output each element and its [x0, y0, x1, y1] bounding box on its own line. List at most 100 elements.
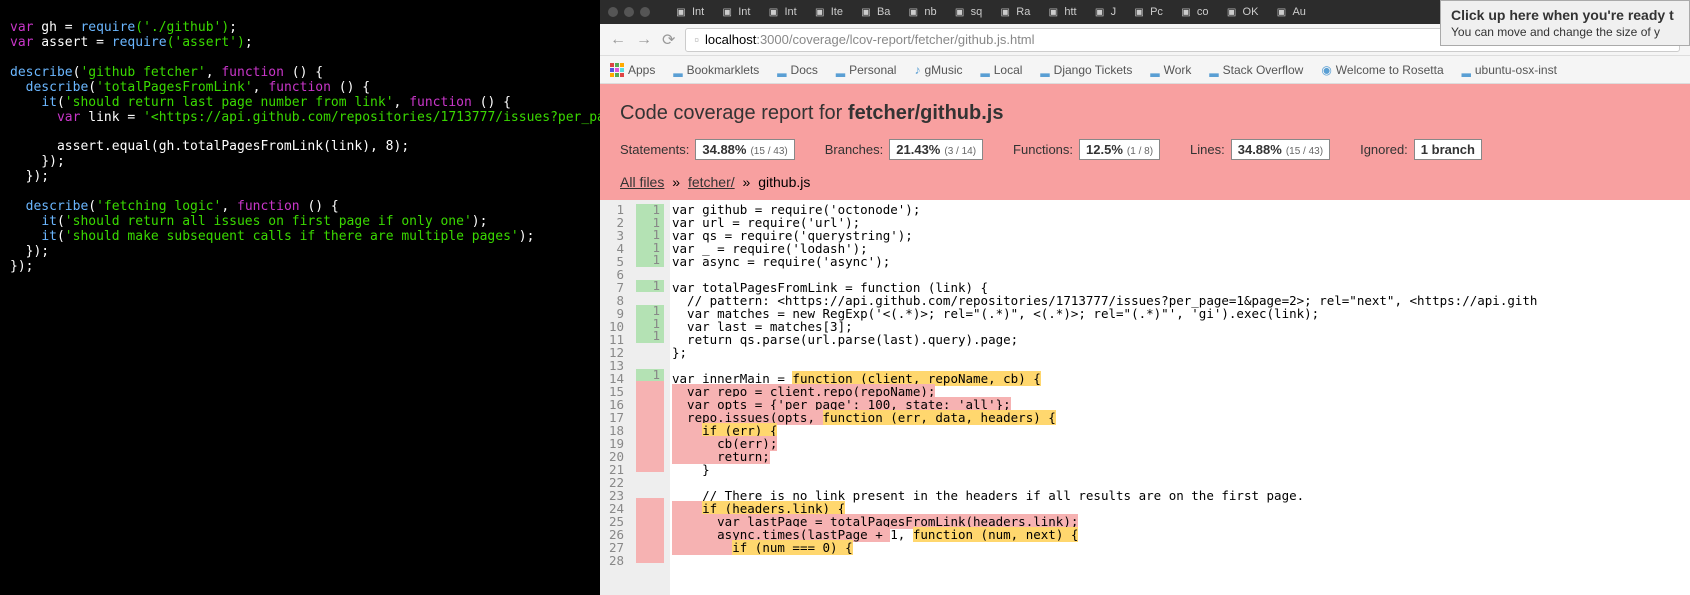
bookmark-item[interactable]: ▂ Django Tickets: [1040, 63, 1132, 77]
folder-icon: ▂: [1150, 63, 1159, 77]
source-line: return qs.parse(url.parse(last).query).p…: [672, 334, 1537, 347]
source-line: var async = require('async');: [672, 256, 1537, 269]
forward-button[interactable]: →: [636, 31, 652, 49]
hit-count: [636, 550, 664, 563]
browser-tab[interactable]: ▣Ba: [859, 5, 890, 19]
tab-icon: ▣: [1274, 5, 1288, 19]
reload-button[interactable]: ⟳: [662, 30, 675, 50]
breadcrumb-all[interactable]: All files: [620, 174, 664, 190]
metric-label: Functions:: [1013, 142, 1073, 157]
source-line: cb(err);: [672, 438, 1537, 451]
bookmark-label: Personal: [849, 63, 896, 77]
browser-tab[interactable]: ▣Ite: [813, 5, 843, 19]
bookmark-item[interactable]: ▂ Docs: [777, 63, 818, 77]
window-controls[interactable]: [608, 7, 650, 17]
metric-label: Ignored:: [1360, 142, 1408, 157]
bookmark-item[interactable]: ▂ Stack Overflow: [1209, 63, 1303, 77]
editor-pane: var gh = require('./github'); var assert…: [0, 0, 600, 595]
tab-label: nb: [924, 6, 936, 18]
lineno: 28: [606, 555, 624, 568]
metric: Lines:34.88%(15 / 43): [1190, 139, 1330, 160]
browser-tab[interactable]: ▣nb: [906, 5, 936, 19]
hit-count: 1: [636, 254, 664, 267]
breadcrumb-fetcher[interactable]: fetcher/: [688, 174, 735, 190]
bookmark-item[interactable]: ▂Local: [981, 63, 1023, 77]
min-dot[interactable]: [624, 7, 634, 17]
url-host: localhost: [705, 32, 756, 47]
metric-value: 34.88%(15 / 43): [695, 139, 794, 160]
tab-label: htt: [1064, 6, 1076, 18]
bookmark-label: Django Tickets: [1054, 63, 1133, 77]
tab-label: Int: [784, 6, 796, 18]
url-path: :3000/coverage/lcov-report/fetcher/githu…: [756, 32, 1034, 47]
bookmark-item[interactable]: ▂ Bookmarklets: [673, 63, 759, 77]
browser-tab[interactable]: ▣ htt: [1046, 5, 1076, 19]
bookmark-label: Docs: [791, 63, 818, 77]
back-button[interactable]: ←: [610, 31, 626, 49]
browser-tab[interactable]: ▣Pc: [1132, 5, 1163, 19]
hit-count: [636, 446, 664, 459]
breadcrumb-current: github.js: [758, 174, 810, 190]
browser-tab[interactable]: ▣Au: [1274, 5, 1305, 19]
bookmark-label: Stack Overflow: [1223, 63, 1304, 77]
tab-icon: ▣: [1179, 5, 1193, 19]
folder-icon: ▂: [1040, 63, 1049, 77]
folder-icon: ▂: [1209, 63, 1218, 77]
browser-tab[interactable]: ▣sq: [953, 5, 983, 19]
hit-count: 1: [636, 280, 664, 293]
tooltip-body: You can move and change the size of y: [1451, 25, 1679, 39]
source-line: }: [672, 464, 1537, 477]
source-line: };: [672, 347, 1537, 360]
source-line: if (num === 0) {: [672, 542, 1537, 555]
bookmark-label: Bookmarklets: [687, 63, 760, 77]
tab-icon: ▣: [1093, 5, 1107, 19]
bookmark-item[interactable]: ▂ubuntu-osx-inst: [1462, 63, 1557, 77]
bookmark-item[interactable]: ▂ Personal: [836, 63, 897, 77]
browser-tab[interactable]: ▣J: [1093, 5, 1117, 19]
tab-label: J: [1111, 6, 1117, 18]
tab-label: sq: [971, 6, 983, 18]
bookmark-label: Work: [1164, 63, 1192, 77]
max-dot[interactable]: [640, 7, 650, 17]
bookmark-item[interactable]: ▂ Work: [1150, 63, 1191, 77]
tab-label: Int: [738, 6, 750, 18]
hit-count: [636, 524, 664, 537]
metric: Branches: 21.43%(3 / 14): [825, 139, 983, 160]
folder-icon: ▂: [673, 63, 682, 77]
hit-counts: 1111111111: [630, 200, 670, 595]
tab-icon: ▣: [859, 5, 873, 19]
folder-icon: ▂: [836, 63, 845, 77]
folder-icon: ♪: [914, 63, 920, 77]
browser-tab[interactable]: ▣ Int: [766, 5, 796, 19]
browser-tab[interactable]: ▣OK: [1225, 5, 1259, 19]
metric-label: Lines:: [1190, 142, 1225, 157]
hit-count: [636, 394, 664, 407]
tab-icon: ▣: [674, 5, 688, 19]
bookmark-label: ubuntu-osx-inst: [1475, 63, 1557, 77]
browser-tab[interactable]: ▣Ra: [998, 5, 1030, 19]
hit-count: [636, 537, 664, 550]
browser-tab[interactable]: ▣Int: [720, 5, 750, 19]
tab-icon: ▣: [766, 5, 780, 19]
metric-value: 21.43%(3 / 14): [889, 139, 983, 160]
metric-label: Branches:: [825, 142, 884, 157]
close-dot[interactable]: [608, 7, 618, 17]
apps-button[interactable]: Apps: [610, 63, 655, 77]
tab-icon: ▣: [998, 5, 1012, 19]
tab-label: Pc: [1150, 6, 1163, 18]
browser-tab[interactable]: ▣co: [1179, 5, 1209, 19]
folder-icon: ▂: [777, 63, 786, 77]
tab-icon: ▣: [1046, 5, 1060, 19]
hit-count: 1: [636, 330, 664, 343]
bookmark-item[interactable]: ♪gMusic: [914, 63, 962, 77]
bookmark-item[interactable]: ◉Welcome to Rosetta: [1321, 63, 1443, 77]
tab-label: OK: [1243, 6, 1259, 18]
metric: Functions:12.5%(1 / 8): [1013, 139, 1160, 160]
coverage-title: Code coverage report for fetcher/github.…: [620, 102, 1670, 125]
source-line: [672, 555, 1537, 568]
source-line: return;: [672, 451, 1537, 464]
metric: Statements:34.88%(15 / 43): [620, 139, 795, 160]
page-icon: ▫: [694, 32, 699, 47]
apps-icon: [610, 63, 624, 77]
browser-tab[interactable]: ▣Int: [674, 5, 704, 19]
